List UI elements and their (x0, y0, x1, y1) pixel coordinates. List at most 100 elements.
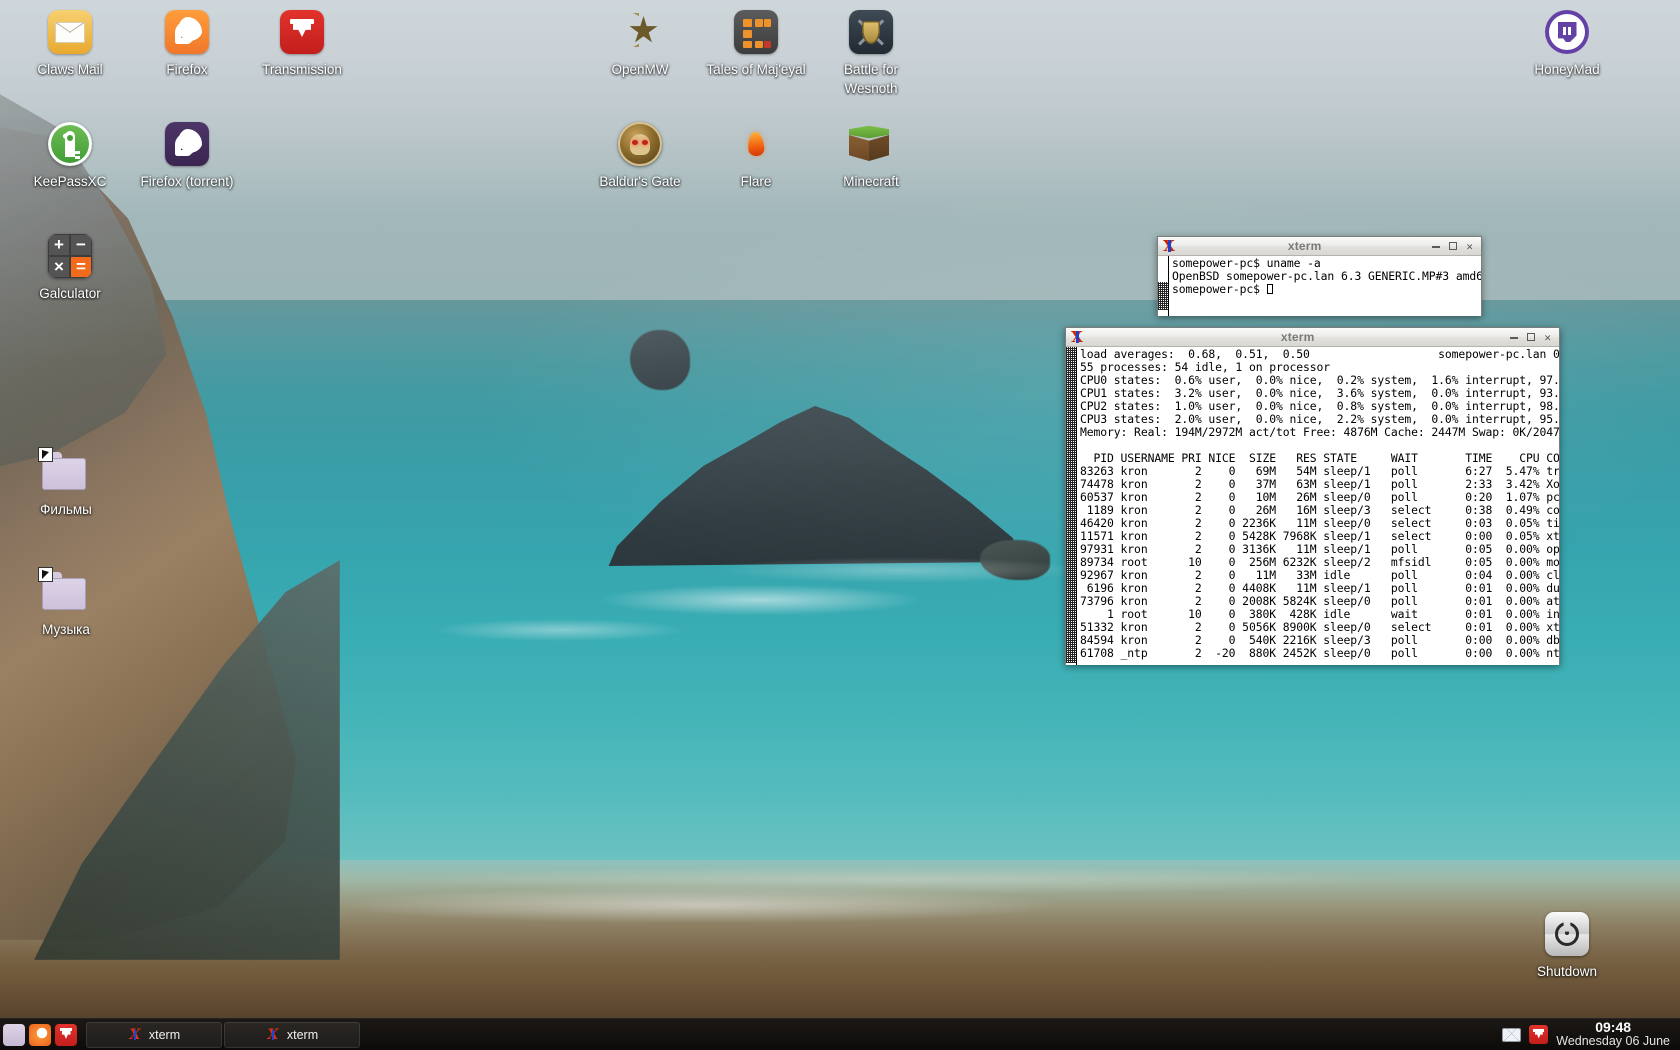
terminal-header-line-3: CPU1 states: 3.2% user, 0.0% nice, 3.6% … (1080, 386, 1559, 400)
xterm-window-uname[interactable]: X xterm ✕ somepower-pc$ uname -a OpenBSD… (1157, 236, 1482, 316)
process-row: 92967 kron 2 0 11M 33M idle poll 0:04 0.… (1080, 568, 1559, 582)
system-tray (1502, 1025, 1556, 1044)
terminal-header-line-6: Memory: Real: 194M/2972M act/tot Free: 4… (1080, 425, 1559, 439)
desktop-icon-galculator[interactable]: + − × = Galculator (14, 232, 126, 304)
process-row: 97931 kron 2 0 3136K 11M sleep/1 poll 0:… (1080, 542, 1559, 556)
close-icon[interactable]: ✕ (1544, 332, 1551, 343)
taskbar-item-label: xterm (286, 1027, 319, 1042)
grass-block-icon (847, 120, 895, 168)
desktop-icon-label: Galculator (39, 286, 101, 301)
process-row: 1189 kron 2 0 26M 16M sleep/3 select 0:3… (1080, 503, 1559, 517)
taskbar-item-label: xterm (148, 1027, 181, 1042)
window-titlebar[interactable]: X xterm ✕ (1066, 328, 1559, 347)
desktop: Claws Mail Firefox Transmission OpenMW T… (0, 0, 1680, 1050)
calculator-icon: + − × = (46, 232, 94, 280)
terminal-body[interactable]: somepower-pc$ uname -a OpenBSD somepower… (1158, 256, 1481, 316)
desktop-icon-honeymad[interactable]: HoneyMad (1511, 8, 1623, 80)
calculator-key-times: × (48, 256, 70, 278)
clock-date: Wednesday 06 June (1556, 1034, 1670, 1049)
desktop-icon-folder-music[interactable]: Музыка (10, 567, 122, 640)
firefox-icon[interactable] (29, 1023, 51, 1046)
scrollbar[interactable] (1158, 256, 1169, 316)
desktop-icon-label: Shutdown (1536, 964, 1598, 979)
transmission-icon[interactable] (1529, 1025, 1549, 1044)
process-row: 11571 kron 2 0 5428K 7968K sleep/1 selec… (1080, 529, 1559, 543)
calculator-key-minus: − (70, 234, 92, 256)
process-row: 74478 kron 2 0 37M 63M sleep/1 poll 2:33… (1080, 477, 1559, 491)
maximize-icon[interactable] (1527, 333, 1536, 341)
taskbar-task-list: X xterm X xterm (82, 1019, 360, 1050)
process-row: 1 root 10 0 380K 428K idle wait 0:01 0.0… (1080, 607, 1559, 621)
terminal-body[interactable]: load averages: 0.68, 0.51, 0.50 somepowe… (1066, 347, 1559, 665)
firefox-dark-icon (163, 120, 211, 168)
terminal-header-line-1: 55 processes: 54 idle, 1 on processor up… (1080, 360, 1331, 374)
desktop-icon-label: HoneyMad (1534, 62, 1600, 77)
taskbar-item-xterm-1[interactable]: X xterm (86, 1021, 222, 1048)
desktop-icon-openmw[interactable]: OpenMW (584, 8, 696, 80)
desktop-icon-folder-films[interactable]: Фильмы (10, 447, 122, 520)
envelope-icon[interactable] (1502, 1027, 1522, 1042)
maximize-icon[interactable] (1449, 242, 1458, 250)
desktop-icon-minecraft[interactable]: Minecraft (815, 120, 927, 192)
clock[interactable]: 09:48 Wednesday 06 June (1556, 1020, 1680, 1049)
terminal-output-top[interactable]: load averages: 0.68, 0.51, 0.50 somepowe… (1077, 347, 1559, 665)
process-row: 51332 kron 2 0 5056K 8900K sleep/0 selec… (1080, 620, 1559, 634)
terminal-line: OpenBSD somepower-pc.lan 6.3 GENERIC.MP#… (1172, 269, 1481, 283)
key-icon (46, 120, 94, 168)
process-row: 73796 kron 2 0 2008K 5824K sleep/0 poll … (1080, 594, 1559, 608)
close-icon[interactable]: ✕ (1466, 241, 1473, 252)
scrollbar-thumb[interactable] (1066, 347, 1076, 663)
desktop-icon-tales-of-majeyal[interactable]: Tales of Maj'eyal (700, 8, 812, 80)
process-row: 84594 kron 2 0 540K 2216K sleep/3 poll 0… (1080, 633, 1559, 647)
desktop-icon-label: Claws Mail (37, 62, 103, 77)
flame-icon (732, 120, 780, 168)
terminal-header-line-2: CPU0 states: 0.6% user, 0.0% nice, 0.2% … (1080, 373, 1559, 387)
process-row: 83263 kron 2 0 69M 54M sleep/1 poll 6:27… (1080, 464, 1559, 478)
envelope-icon (46, 8, 94, 56)
desktop-icon-label: Tales of Maj'eyal (706, 62, 806, 77)
desktop-icon-transmission[interactable]: Transmission (246, 8, 358, 80)
scrollbar-thumb[interactable] (1158, 282, 1168, 310)
desktop-icon-label: Minecraft (843, 174, 899, 189)
window-titlebar[interactable]: X xterm ✕ (1158, 237, 1481, 256)
xterm-icon: X (1069, 329, 1085, 345)
process-row: 89734 root 10 0 256M 6232K sleep/2 mfsid… (1080, 555, 1559, 569)
desktop-icon-firefox-torrent[interactable]: Firefox (torrent) (131, 120, 243, 192)
desktop-icon-label: Музыка (42, 622, 90, 637)
terminal-header-line-0: load averages: 0.68, 0.51, 0.50 somepowe… (1080, 347, 1559, 361)
desktop-icon-label: Transmission (262, 62, 342, 77)
scrollbar[interactable] (1066, 347, 1077, 665)
process-row: 6196 kron 2 0 4408K 11M sleep/1 poll 0:0… (1080, 581, 1559, 595)
desktop-icon-claws-mail[interactable]: Claws Mail (14, 8, 126, 80)
desktop-icon-flare[interactable]: Flare (700, 120, 812, 192)
terminal-cursor (1266, 284, 1273, 294)
terminal-header-line-4: CPU2 states: 1.0% user, 0.0% nice, 0.8% … (1080, 399, 1559, 413)
calculator-key-equals: = (70, 256, 92, 278)
taskbar: X xterm X xterm 09:48 Wednesday 06 June (0, 1018, 1680, 1050)
desktop-icon-keepassxc[interactable]: KeePassXC (14, 120, 126, 192)
shield-swords-icon (847, 8, 895, 56)
desktop-icon-shutdown[interactable]: Shutdown (1511, 910, 1623, 982)
desktop-icon-baldurs-gate[interactable]: Baldur's Gate (584, 120, 696, 192)
terminal-line: somepower-pc$ uname -a (1172, 256, 1321, 270)
transmission-icon[interactable] (55, 1023, 77, 1046)
process-row: 61708 _ntp 2 -20 880K 2452K sleep/0 poll… (1080, 646, 1559, 660)
openmw-moon-icon (616, 8, 664, 56)
desktop-icon-firefox[interactable]: Firefox (131, 8, 243, 80)
process-table-header: PID USERNAME PRI NICE SIZE RES STATE WAI… (1080, 451, 1560, 465)
taskbar-launchers (0, 1023, 82, 1046)
xterm-icon: X (1161, 238, 1177, 254)
window-title: xterm (1280, 330, 1315, 344)
xterm-window-top[interactable]: X xterm ✕ load averages: 0.68, 0.51, 0.5… (1065, 327, 1560, 665)
desktop-icon-label: OpenMW (611, 62, 669, 77)
tome-icon (732, 8, 780, 56)
desktop-icon-label: Battle for Wesnoth (843, 62, 899, 96)
xterm-icon: X (266, 1028, 280, 1042)
folder-icon[interactable] (3, 1023, 25, 1046)
terminal-output[interactable]: somepower-pc$ uname -a OpenBSD somepower… (1169, 256, 1481, 316)
firefox-icon (163, 8, 211, 56)
desktop-icon-battle-for-wesnoth[interactable]: Battle for Wesnoth (815, 8, 927, 98)
twitch-icon (1543, 8, 1591, 56)
folder-link-icon (38, 447, 90, 496)
taskbar-item-xterm-2[interactable]: X xterm (224, 1021, 360, 1048)
